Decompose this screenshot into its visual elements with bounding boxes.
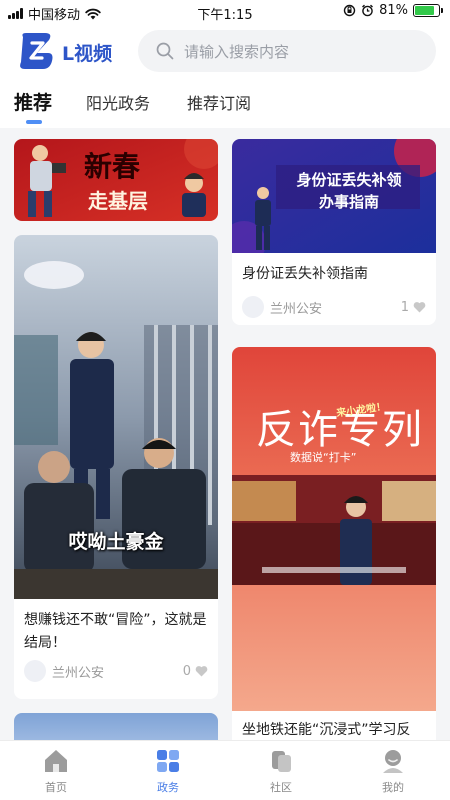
thumbnail-text-new-year: 新春 (84, 150, 141, 183)
tab-indicator (26, 120, 42, 124)
nav-label: 社区 (270, 781, 292, 794)
video-feed[interactable]: 新春 走基层 身份证丢失补领 办事指南 身份证丢失补领指南 兰州公安 1 哎呦土… (0, 128, 450, 740)
video-meta: 兰州公安 0 (24, 659, 208, 683)
video-title: 身份证丢失补领指南 (242, 266, 368, 282)
subway-interior (232, 475, 436, 585)
video-meta: 兰州公安 1 (242, 295, 426, 319)
status-right: 81% (343, 3, 443, 18)
thumbnail-text-id-card: 身份证丢失补领 (296, 171, 402, 189)
nav-profile[interactable]: 我的 (358, 747, 428, 795)
app-header: L视频 请输入搜索内容 (0, 28, 450, 78)
video-card-partial[interactable] (14, 713, 218, 740)
status-bar: 中国移动 下午1:15 81% (0, 0, 450, 24)
video-title: 想赚钱还不敢“冒险”，这就是结局！ (24, 612, 207, 651)
nav-label: 政务 (157, 781, 179, 794)
tab-recommended[interactable]: 推荐 (14, 88, 52, 115)
video-caption: 哎呦土豪金 (68, 531, 164, 553)
heart-icon[interactable] (413, 301, 426, 313)
nav-government[interactable]: 政务 (133, 747, 203, 795)
video-card-new-year[interactable]: 新春 走基层 (14, 139, 218, 221)
author-name: 兰州公安 (270, 301, 323, 317)
alarm-icon (362, 4, 374, 17)
thumbnail-text-checkin: 数据说“打卡” (290, 451, 357, 464)
category-tabs: 推荐 阳光政务 推荐订阅 (0, 86, 450, 126)
profile-icon (383, 750, 403, 773)
author-avatar (24, 660, 46, 682)
search-icon (156, 42, 174, 60)
battery-percent: 81% (379, 3, 408, 18)
nav-home[interactable]: 首页 (21, 747, 91, 795)
video-card-id-guide[interactable]: 身份证丢失补领 办事指南 身份证丢失补领指南 兰州公安 1 (232, 139, 436, 325)
nav-label: 我的 (382, 781, 404, 794)
tab-sunshine-government[interactable]: 阳光政务 (86, 90, 150, 114)
bottom-tab-bar: 首页 政务 社区 我的 (0, 740, 450, 800)
like-count: 0 (182, 663, 191, 679)
like-count: 1 (400, 299, 409, 315)
app-name: L视频 (62, 43, 113, 65)
community-icon (272, 751, 291, 772)
search-placeholder: 请输入搜索内容 (184, 42, 290, 61)
home-icon (45, 750, 67, 772)
thumbnail-text-guide: 办事指南 (318, 193, 379, 211)
video-card-anti-fraud[interactable]: 反诈专列 来小龙啦！ 数据说“打卡” 坐地铁还能“沉浸式”学习反 (232, 347, 436, 740)
tab-recommended-subscriptions[interactable]: 推荐订阅 (187, 90, 251, 114)
author-avatar (242, 296, 264, 318)
battery-fill (415, 6, 434, 15)
author-name: 兰州公安 (52, 665, 105, 681)
nav-community[interactable]: 社区 (246, 747, 316, 795)
grid-icon (157, 750, 179, 772)
video-title: 坐地铁还能“沉浸式”学习反 (242, 722, 411, 738)
nav-label: 首页 (45, 781, 67, 794)
search-input[interactable]: 请输入搜索内容 (138, 30, 436, 72)
app-logo-icon[interactable] (15, 31, 57, 71)
heart-icon[interactable] (195, 665, 208, 677)
video-card-money-risk[interactable]: 哎呦土豪金 想赚钱还不敢“冒险”，这就是结局！ 兰州公安 0 (14, 235, 218, 699)
battery-icon (413, 4, 443, 17)
thumbnail-text-grassroots: 走基层 (88, 189, 148, 213)
orientation-lock-icon (343, 4, 356, 17)
